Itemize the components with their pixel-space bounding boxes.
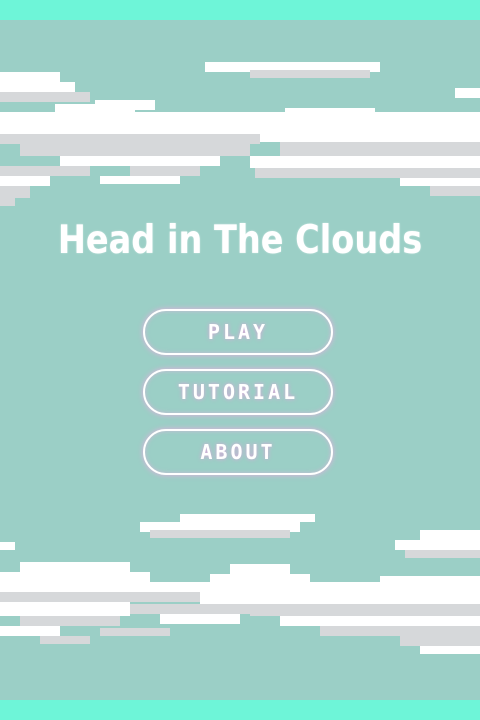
game-title: Head in The Clouds — [57, 218, 423, 263]
about-button[interactable]: ABOUT — [143, 429, 333, 475]
tutorial-button[interactable]: TUTORIAL — [143, 369, 333, 415]
play-button[interactable]: PLAY — [143, 309, 333, 355]
top-cloud-bank — [0, 62, 480, 206]
game-screen: Head in The Clouds PLAY TUTORIAL ABOUT — [0, 0, 480, 720]
bottom-frame-bar — [0, 700, 480, 720]
bottom-cloud-bank — [0, 514, 480, 654]
pixel-clouds — [0, 62, 480, 654]
